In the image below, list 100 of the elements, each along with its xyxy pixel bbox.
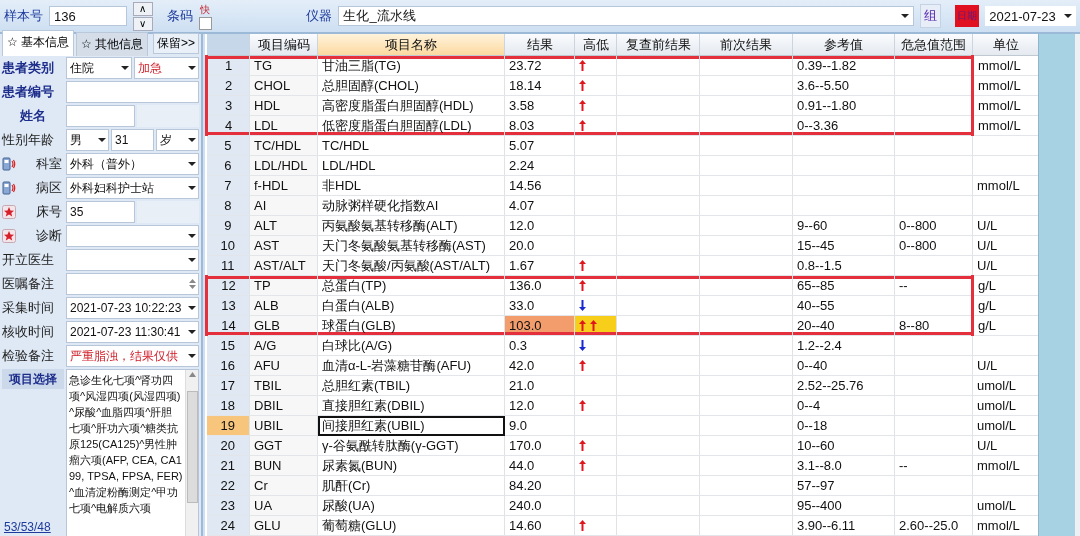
row-number[interactable]: 16 <box>206 355 250 376</box>
keep-button[interactable]: 保留>> <box>153 33 199 54</box>
table-cell: 0--4 <box>792 395 895 416</box>
item-list-textarea[interactable]: 急诊生化七项^肾功四项^风湿四项(风湿四项)^尿酸^血脂四项^肝胆七项^肝功六项^糖类抗原125(CA125)^男性肿瘤六项(AFP, CEA, CA199, TPSA, FPSA, FER)^血清淀粉酶测定^甲功七项^电解质六项 <box>66 369 199 536</box>
row-number[interactable]: 2 <box>206 75 250 96</box>
row-number[interactable]: 11 <box>206 255 250 276</box>
table-cell: 33.0 <box>504 295 575 316</box>
scroll-up-icon[interactable] <box>188 372 196 377</box>
input-field[interactable] <box>66 81 199 103</box>
up-arrow-icon <box>579 80 586 91</box>
row-number[interactable]: 10 <box>206 235 250 256</box>
up-arrow-icon <box>579 60 586 71</box>
field-label: 患者编号 <box>2 83 54 101</box>
sample-number-field[interactable]: 136 <box>49 6 127 26</box>
up-arrow-icon <box>579 260 586 271</box>
column-header[interactable]: 复查前结果 <box>616 34 700 56</box>
column-header[interactable]: 高低 <box>574 34 617 56</box>
dropdown-field[interactable]: 住院 <box>66 57 132 79</box>
table-cell: γ-谷氨酰转肽酶(γ-GGT) <box>317 435 505 456</box>
row-number[interactable]: 13 <box>206 295 250 316</box>
row-number[interactable]: 1 <box>206 55 250 76</box>
table-cell: 总胆红素(TBIL) <box>317 375 505 396</box>
dropdown-field[interactable] <box>66 225 199 247</box>
table-cell: 动脉粥样硬化指数AI <box>317 195 505 216</box>
row-number[interactable]: 23 <box>206 495 250 516</box>
row-number[interactable]: 22 <box>206 475 250 496</box>
table-cell: 95--400 <box>792 495 895 516</box>
row-number[interactable]: 14 <box>206 315 250 336</box>
next-button[interactable]: ∨ <box>132 16 153 31</box>
column-header[interactable]: 参考值 <box>792 34 895 56</box>
dropdown-field[interactable]: 2021-07-23 11:30:41 <box>66 321 199 343</box>
table-cell: 18.14 <box>504 75 575 96</box>
row-number[interactable]: 7 <box>206 175 250 196</box>
row-number[interactable]: 6 <box>206 155 250 176</box>
dropdown-field[interactable]: 男 <box>66 129 109 151</box>
table-cell: 2.24 <box>504 155 575 176</box>
column-header[interactable]: 前次结果 <box>699 34 793 56</box>
dropdown-field[interactable]: 2021-07-23 10:22:23 <box>66 297 199 319</box>
dropdown-field[interactable] <box>66 249 199 271</box>
up-arrow-icon <box>579 440 586 451</box>
input-field[interactable] <box>66 273 199 295</box>
caret-icon <box>188 330 196 334</box>
table-cell: -- <box>894 455 973 476</box>
row-number[interactable]: 4 <box>206 115 250 136</box>
field-label: 床号 <box>36 203 62 221</box>
group-button[interactable]: 组 <box>920 4 942 28</box>
previous-button[interactable]: ∧ <box>132 1 153 16</box>
row-number[interactable]: 5 <box>206 135 250 156</box>
field-label: 病区 <box>36 179 62 197</box>
table-cell: 12.0 <box>504 215 575 236</box>
urgent-checkbox[interactable] <box>198 16 212 30</box>
row-number[interactable]: 21 <box>206 455 250 476</box>
table-cell: LDL/HDL <box>317 155 505 176</box>
star-icon <box>2 229 16 243</box>
row-number[interactable]: 15 <box>206 335 250 356</box>
column-header[interactable]: 项目名称 <box>317 34 505 56</box>
table-cell: 240.0 <box>504 495 575 516</box>
row-number[interactable]: 17 <box>206 375 250 396</box>
row-number[interactable]: 3 <box>206 95 250 116</box>
table-cell: 0--40 <box>792 355 895 376</box>
date-label: 日期 <box>955 5 980 27</box>
field-label: 科室 <box>36 155 62 173</box>
row-number[interactable]: 19 <box>206 415 250 436</box>
column-header[interactable]: 单位 <box>972 34 1038 56</box>
dropdown-field[interactable]: 岁 <box>156 129 199 151</box>
table-cell: 42.0 <box>504 355 575 376</box>
dropdown-field[interactable]: 外科妇科护士站 <box>66 177 199 199</box>
table-cell: 8--80 <box>894 315 973 336</box>
date-dropdown[interactable]: 2021-07-23 <box>985 6 1076 26</box>
counts-link[interactable]: 53/53/48 <box>0 520 55 536</box>
table-cell: 球蛋白(GLB) <box>317 315 505 336</box>
instrument-dropdown[interactable]: 生化_流水线 <box>338 6 915 26</box>
input-field[interactable]: 31 <box>111 129 154 151</box>
row-number[interactable]: 24 <box>206 515 250 536</box>
row-number[interactable]: 8 <box>206 195 250 216</box>
column-header[interactable]: 危急值范围 <box>894 34 973 56</box>
row-number[interactable]: 12 <box>206 275 250 296</box>
tab[interactable]: ☆ 其他信息 <box>76 32 149 56</box>
dropdown-field[interactable]: 外科（普外） <box>66 153 199 175</box>
field-label: 开立医生 <box>2 251 54 269</box>
table-cell: 尿酸(UA) <box>317 495 505 516</box>
up-arrow-icon <box>579 280 586 291</box>
dropdown-field[interactable]: 加急 <box>133 57 199 79</box>
table-cell: 肌酐(Cr) <box>317 475 505 496</box>
spinner-icon <box>189 278 196 290</box>
row-number[interactable]: 20 <box>206 435 250 456</box>
dropdown-field[interactable]: 严重脂浊，结果仅供 <box>66 345 199 367</box>
table-cell: 1.67 <box>504 255 575 276</box>
field-label: 检验备注 <box>2 347 54 365</box>
caret-icon <box>1064 14 1072 18</box>
column-header[interactable] <box>206 34 250 56</box>
row-number[interactable]: 18 <box>206 395 250 416</box>
input-field[interactable]: 35 <box>66 201 135 223</box>
row-number[interactable]: 9 <box>206 215 250 236</box>
column-header[interactable]: 项目编码 <box>249 34 318 56</box>
table-cell: 血清α-L-岩藻糖苷酶(AFU) <box>317 355 505 376</box>
input-field[interactable] <box>66 105 135 127</box>
table-cell: 1.2--2.4 <box>792 335 895 356</box>
tab[interactable]: ☆ 基本信息 <box>2 30 75 56</box>
column-header[interactable]: 结果 <box>504 34 575 56</box>
